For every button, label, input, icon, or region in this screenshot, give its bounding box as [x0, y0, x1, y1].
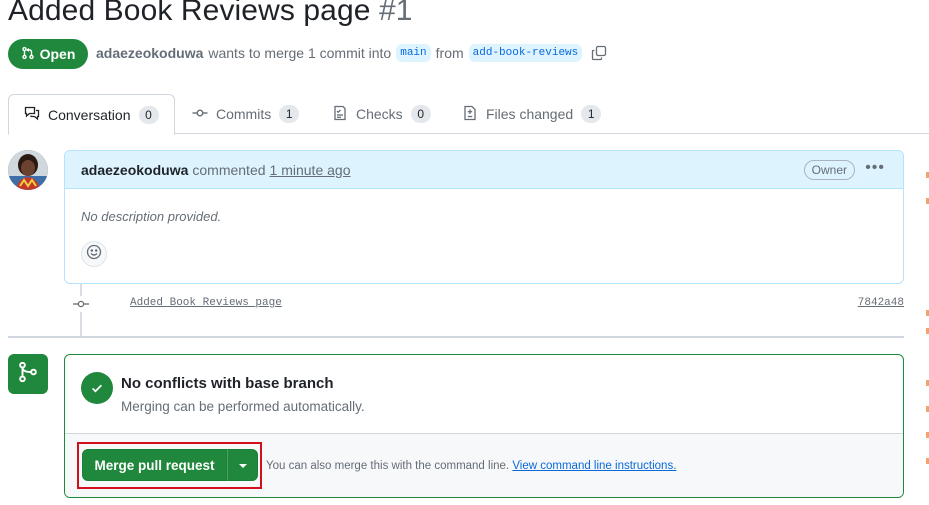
- tab-files-changed[interactable]: Files changed 1: [462, 94, 602, 134]
- cli-instructions-link[interactable]: View command line instructions.: [512, 460, 676, 472]
- checklist-icon: [332, 105, 348, 124]
- pr-author-link[interactable]: adaezeokoduwa: [96, 45, 203, 61]
- tab-label: Commits: [216, 106, 272, 122]
- commit-icon: [72, 296, 90, 312]
- git-merge-icon: [17, 361, 39, 388]
- commit-sha-link[interactable]: 7842a48: [858, 297, 904, 309]
- merge-pull-request-button[interactable]: Merge pull request: [82, 449, 227, 481]
- file-diff-icon: [462, 105, 478, 124]
- check-circle-icon: [81, 372, 113, 404]
- merge-status-subtitle: Merging can be performed automatically.: [121, 399, 365, 414]
- pr-state-label: Open: [39, 46, 76, 62]
- head-branch[interactable]: add-book-reviews: [468, 44, 583, 62]
- smiley-icon: [86, 244, 102, 265]
- avatar[interactable]: [8, 150, 48, 190]
- commit-row: Added Book Reviews page 7842a48: [72, 294, 904, 314]
- tab-conversation[interactable]: Conversation 0: [8, 94, 175, 135]
- conversation-icon: [24, 105, 40, 124]
- timeline-divider: [8, 336, 904, 338]
- commit-message-link[interactable]: Added Book Reviews page: [130, 297, 282, 309]
- cli-hint-text: You can also merge this with the command…: [266, 460, 510, 472]
- add-reaction-button[interactable]: [81, 241, 107, 267]
- pr-state-badge: Open: [8, 39, 88, 69]
- pull-request-icon: [21, 46, 35, 63]
- merge-status-icon: [8, 354, 48, 394]
- comment-box: adaezeokoduwa commented 1 minute ago Own…: [64, 150, 904, 284]
- tab-checks[interactable]: Checks 0: [332, 94, 431, 134]
- comment-body: No description provided.: [81, 209, 222, 224]
- caret-down-icon: [238, 456, 248, 474]
- merge-summary-text: wants to merge 1 commit into: [208, 45, 392, 61]
- merge-box: No conflicts with base branch Merging ca…: [64, 354, 904, 498]
- owner-badge: Owner: [803, 160, 855, 180]
- pr-title: Added Book Reviews page #1: [8, 0, 413, 28]
- tab-commits[interactable]: Commits 1: [192, 94, 300, 134]
- cli-hint: You can also merge this with the command…: [266, 460, 676, 472]
- merge-method-dropdown[interactable]: [227, 449, 258, 481]
- merge-status-title: No conflicts with base branch: [121, 375, 334, 392]
- tab-counter: 0: [410, 105, 431, 123]
- tab-counter: 1: [581, 105, 602, 123]
- merge-from-text: from: [435, 45, 464, 61]
- pr-merge-summary: adaezeokoduwa wants to merge 1 commit in…: [96, 44, 607, 62]
- comment-timestamp-link[interactable]: 1 minute ago: [270, 162, 351, 178]
- merge-actions: Merge pull request You can also merge th…: [65, 433, 903, 497]
- commit-icon: [192, 105, 208, 124]
- base-branch[interactable]: main: [396, 44, 431, 62]
- comment-action: commented: [192, 161, 266, 178]
- tab-counter: 1: [279, 105, 300, 123]
- pr-number: #1: [378, 0, 413, 27]
- tab-label: Conversation: [48, 106, 131, 123]
- pr-title-text: Added Book Reviews page: [8, 0, 371, 27]
- copy-icon[interactable]: [591, 45, 607, 61]
- kebab-menu-icon[interactable]: •••: [865, 159, 885, 177]
- tab-label: Checks: [356, 106, 403, 122]
- tab-counter: 0: [138, 105, 159, 124]
- comment-author-link[interactable]: adaezeokoduwa: [81, 162, 188, 178]
- sidebar-edge: [924, 150, 929, 505]
- tab-label: Files changed: [486, 106, 574, 122]
- comment-header: adaezeokoduwa commented 1 minute ago Own…: [65, 151, 903, 189]
- pr-tabs: Conversation 0 Commits 1 Checks 0 Files …: [8, 94, 929, 135]
